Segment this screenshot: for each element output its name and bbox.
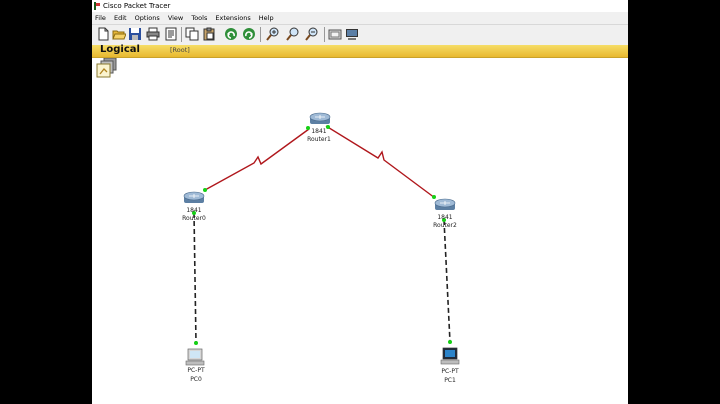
router2-model-label: 1841 (437, 214, 452, 221)
pc1-name-label: PC1 (444, 377, 456, 384)
link-status-light (448, 340, 452, 344)
serial-link-router0-router1[interactable] (204, 128, 310, 191)
pc-icon (185, 348, 205, 366)
pc0-name-label: PC0 (190, 376, 202, 383)
link-status-light (306, 126, 310, 130)
link-status-light (432, 195, 436, 199)
pc1-device[interactable]: PC-PT PC1 (440, 347, 460, 384)
router2-name-label: Router2 (433, 222, 457, 229)
pc0-model-label: PC-PT (187, 367, 205, 374)
ethernet-link-router0-pc0[interactable] (193, 212, 197, 344)
ethernet-link-router2-pc1[interactable] (443, 219, 451, 343)
router1-name-label: Router1 (307, 136, 331, 143)
link-status-light (203, 188, 207, 192)
router0-name-label: Router0 (182, 215, 206, 222)
router1-model-label: 1841 (311, 128, 326, 135)
router-icon (309, 112, 331, 124)
router-icon (434, 198, 456, 210)
packet-tracer-window: Cisco Packet Tracer File Edit Options Vi… (92, 0, 628, 404)
router2-device[interactable]: 1841 Router2 (433, 198, 457, 229)
link-status-light (194, 341, 198, 345)
router-icon (183, 191, 205, 203)
logical-workspace-canvas[interactable]: 1841 Router1 1841 Router0 1841 Router2 P… (92, 0, 628, 404)
pc-icon (440, 347, 460, 365)
router0-model-label: 1841 (186, 207, 201, 214)
serial-link-router1-router2[interactable] (325, 125, 436, 199)
pc0-device[interactable]: PC-PT PC0 (185, 348, 205, 383)
pc1-model-label: PC-PT (441, 368, 459, 375)
router0-device[interactable]: 1841 Router0 (182, 191, 206, 222)
